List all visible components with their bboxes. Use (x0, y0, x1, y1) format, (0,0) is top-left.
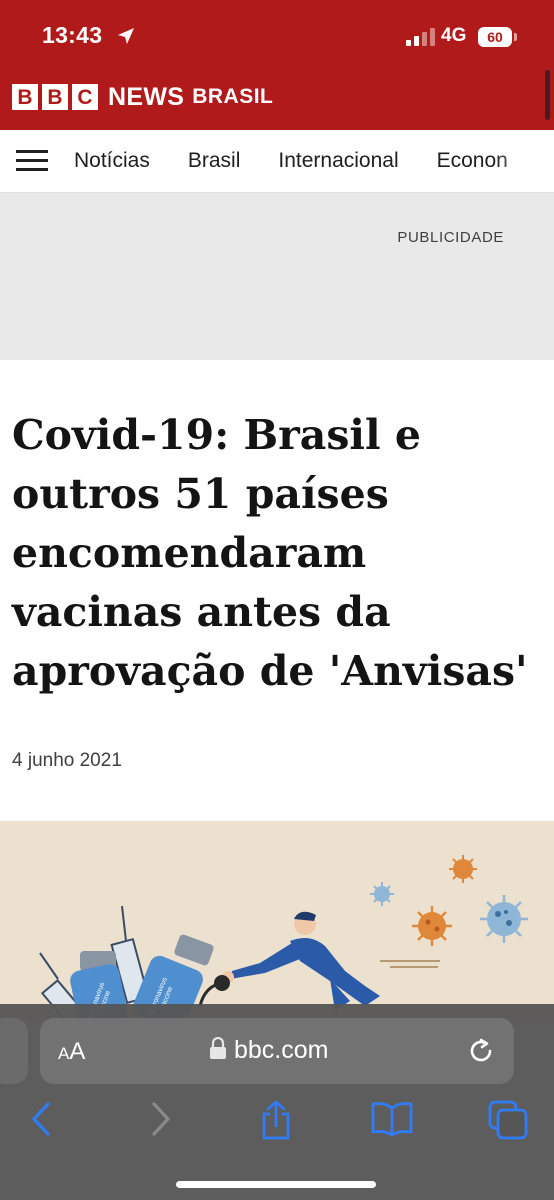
back-icon[interactable] (28, 1100, 56, 1143)
home-indicator (176, 1181, 376, 1188)
logo-letter-b2: B (42, 84, 68, 110)
nav-item-internacional[interactable]: Internacional (278, 130, 398, 192)
ad-placeholder: PUBLICIDADE (0, 193, 554, 360)
nav-item-brasil[interactable]: Brasil (188, 130, 241, 192)
battery-icon: 60 (478, 27, 512, 47)
status-time: 13:43 (42, 22, 103, 48)
hamburger-menu-icon[interactable] (16, 150, 48, 177)
reload-icon[interactable] (466, 1036, 496, 1071)
address-bar[interactable]: AA bbc.com (40, 1018, 514, 1084)
text-size-button[interactable]: AA (58, 1038, 85, 1066)
status-bar: 13:43 4G 60 (0, 0, 554, 72)
battery-nub (514, 33, 517, 41)
logo-letter-b1: B (12, 84, 38, 110)
nav-links: Notícias Brasil Internacional Econon (74, 130, 546, 192)
virus-icon-small (449, 855, 477, 883)
network-label: 4G (441, 25, 467, 46)
bbc-news-brasil-logo[interactable]: B B C NEWS BRASIL (12, 82, 273, 112)
person-illustration (222, 911, 380, 1011)
tabs-icon[interactable] (488, 1100, 528, 1145)
url-display[interactable]: bbc.com (210, 1036, 328, 1065)
share-icon[interactable] (258, 1100, 294, 1145)
ad-label: PUBLICIDADE (397, 229, 504, 246)
nav-fade (494, 130, 554, 192)
section-nav: Notícias Brasil Internacional Econon (0, 130, 554, 193)
scroll-indicator (545, 70, 550, 120)
logo-letter-c: C (72, 84, 98, 110)
signal-bars-icon (406, 28, 436, 51)
article-hero-image[interactable]: Coronavirus Vaccine Coronavirus Vaccine (0, 821, 554, 1021)
url-text: bbc.com (234, 1036, 329, 1064)
lock-icon (210, 1036, 226, 1064)
previous-tab-edge[interactable] (0, 1018, 28, 1084)
logo-region: BRASIL (192, 85, 274, 108)
article-date: 4 junho 2021 (12, 750, 122, 771)
logo-news: NEWS (108, 82, 185, 111)
motion-lines (380, 960, 440, 968)
forward-icon[interactable] (146, 1100, 174, 1143)
virus-icon-blue-small (370, 882, 394, 906)
bookmarks-icon[interactable] (370, 1100, 414, 1141)
virus-icon-orange (412, 906, 452, 946)
location-arrow-icon (116, 26, 136, 51)
virus-icon-blue-large (480, 895, 528, 943)
nav-item-noticias[interactable]: Notícias (74, 130, 150, 192)
article-headline: Covid-19: Brasil e outros 51 países enco… (12, 411, 528, 695)
